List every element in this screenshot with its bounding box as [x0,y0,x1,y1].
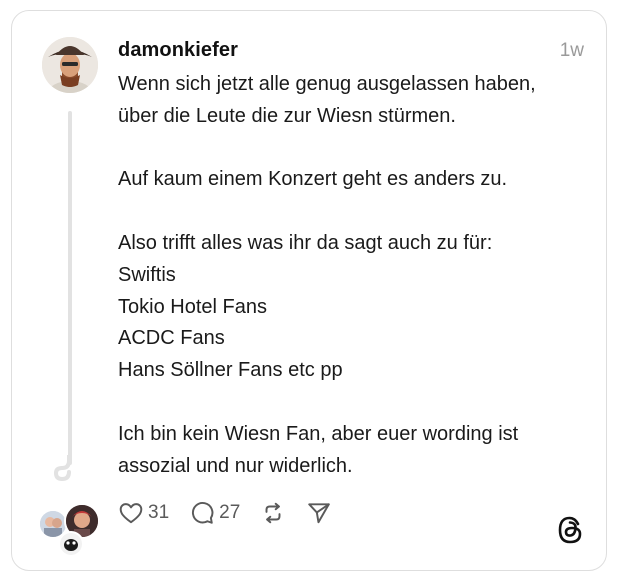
post-line: Swiftis [118,263,176,286]
post-line: assozial und nur widerlich. [118,454,353,477]
reply-button[interactable]: 27 [189,500,240,526]
like-button[interactable]: 31 [118,500,169,526]
post-line: Wenn sich jetzt alle genug ausgelassen h… [118,73,536,95]
repost-button[interactable] [260,500,286,526]
replier-avatar-image [60,533,82,555]
action-bar: 31 27 [118,499,352,527]
threads-logo-icon[interactable] [556,515,584,545]
post-line: Tokio Hotel Fans [118,295,267,318]
thread-line [68,111,72,465]
share-button[interactable] [306,500,332,526]
post-line [118,196,596,228]
post-line: Also trifft alles was ihr da sagt auch z… [118,231,493,254]
author-avatar-image [42,37,98,93]
post-line: Ich bin kein Wiesn Fan, aber euer wordin… [118,422,519,445]
username[interactable]: damonkiefer [118,39,238,62]
like-count: 31 [148,502,170,523]
heart-icon [119,503,143,524]
send-icon [308,503,331,524]
post-card: damonkiefer 1w Wenn sich jetzt alle genu… [11,10,607,571]
comment-icon [192,501,214,524]
post-line [118,387,596,419]
reply-count: 27 [219,502,241,523]
replier-avatar[interactable] [58,531,84,557]
post-line: ACDC Fans [118,327,225,350]
author-avatar[interactable] [42,37,98,93]
post-line: Hans Söllner Fans etc pp [118,359,343,382]
post-line: Auf kaum einem Konzert geht es anders zu… [118,168,508,191]
thread-curl-icon [53,455,71,482]
post-line [118,133,596,165]
post-line: über die Leute die zur Wiesn stürmen. [118,104,456,127]
post-body: Wenn sich jetzt alle genug ausgelassen h… [118,69,596,482]
repost-icon [265,502,281,524]
post-time[interactable]: 1w [560,40,584,62]
